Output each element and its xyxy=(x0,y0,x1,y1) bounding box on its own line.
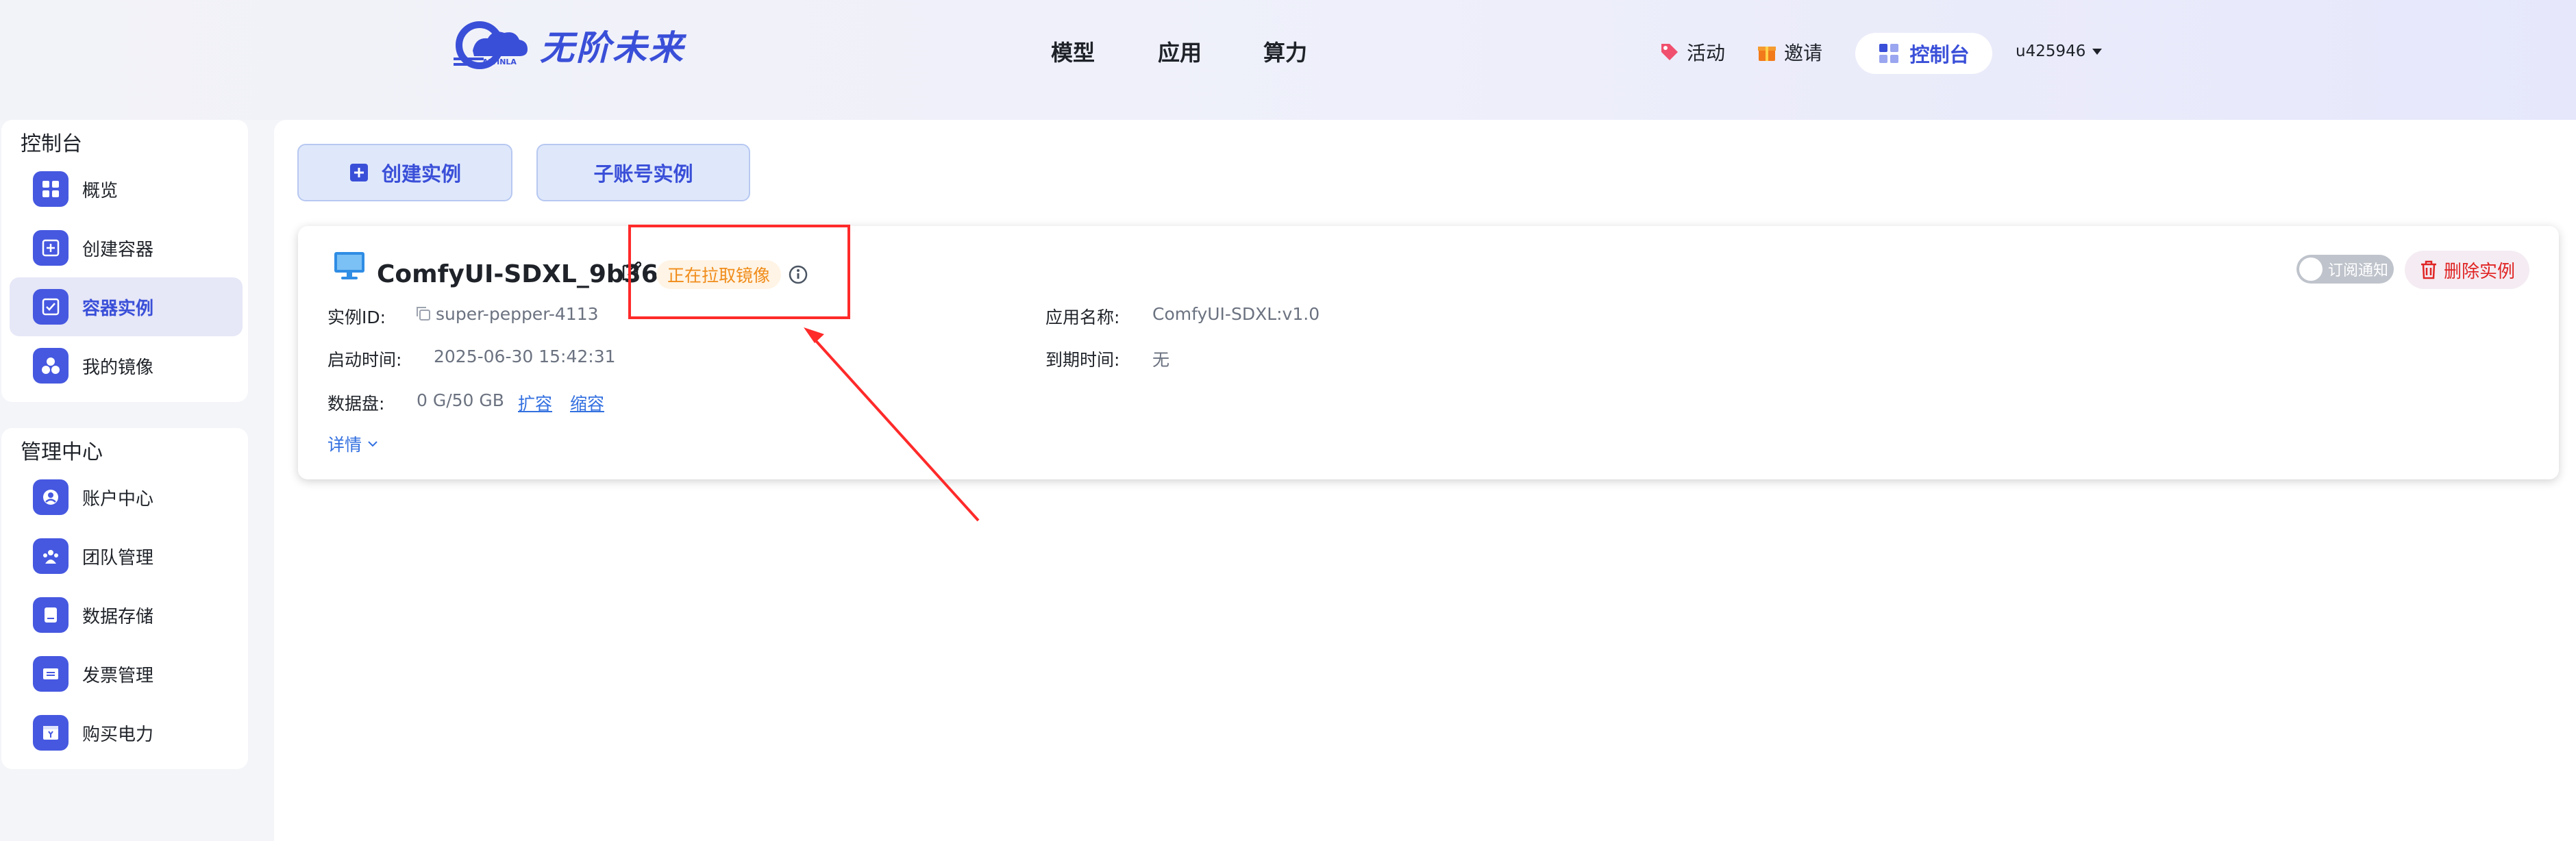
annotation-arrow xyxy=(804,327,980,522)
